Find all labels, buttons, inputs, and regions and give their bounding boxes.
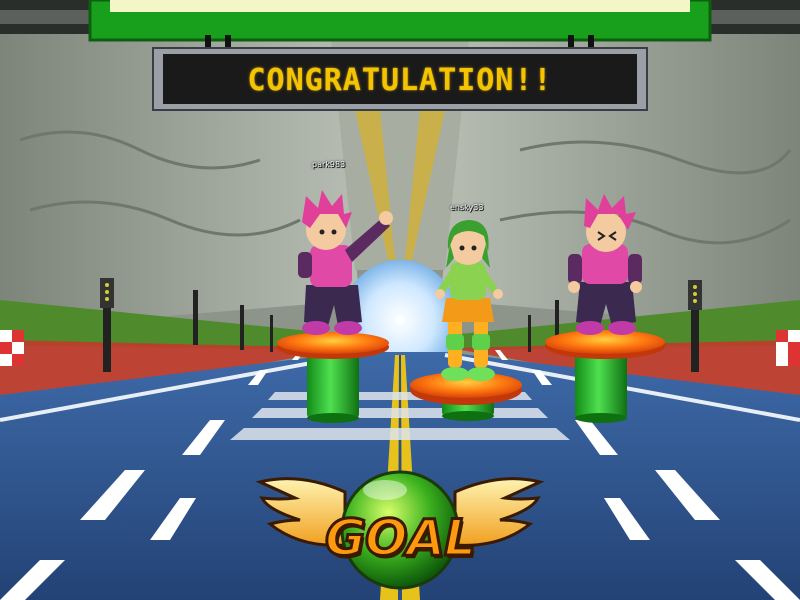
congratulation-banner: CONGRATULATION!! (247, 62, 553, 98)
top-frame (0, 0, 800, 42)
player-name-tag-2nd: park983 (312, 160, 346, 169)
game-screen: CONGRATULATION!! park983 ensky33 GOAL (0, 0, 800, 600)
finish-crosswalk (230, 392, 570, 440)
checker-flag-left (0, 330, 24, 366)
player-name-tag-1st: ensky33 (450, 203, 484, 212)
checker-flag-right (776, 330, 800, 366)
goal-label: GOAL (323, 508, 477, 569)
